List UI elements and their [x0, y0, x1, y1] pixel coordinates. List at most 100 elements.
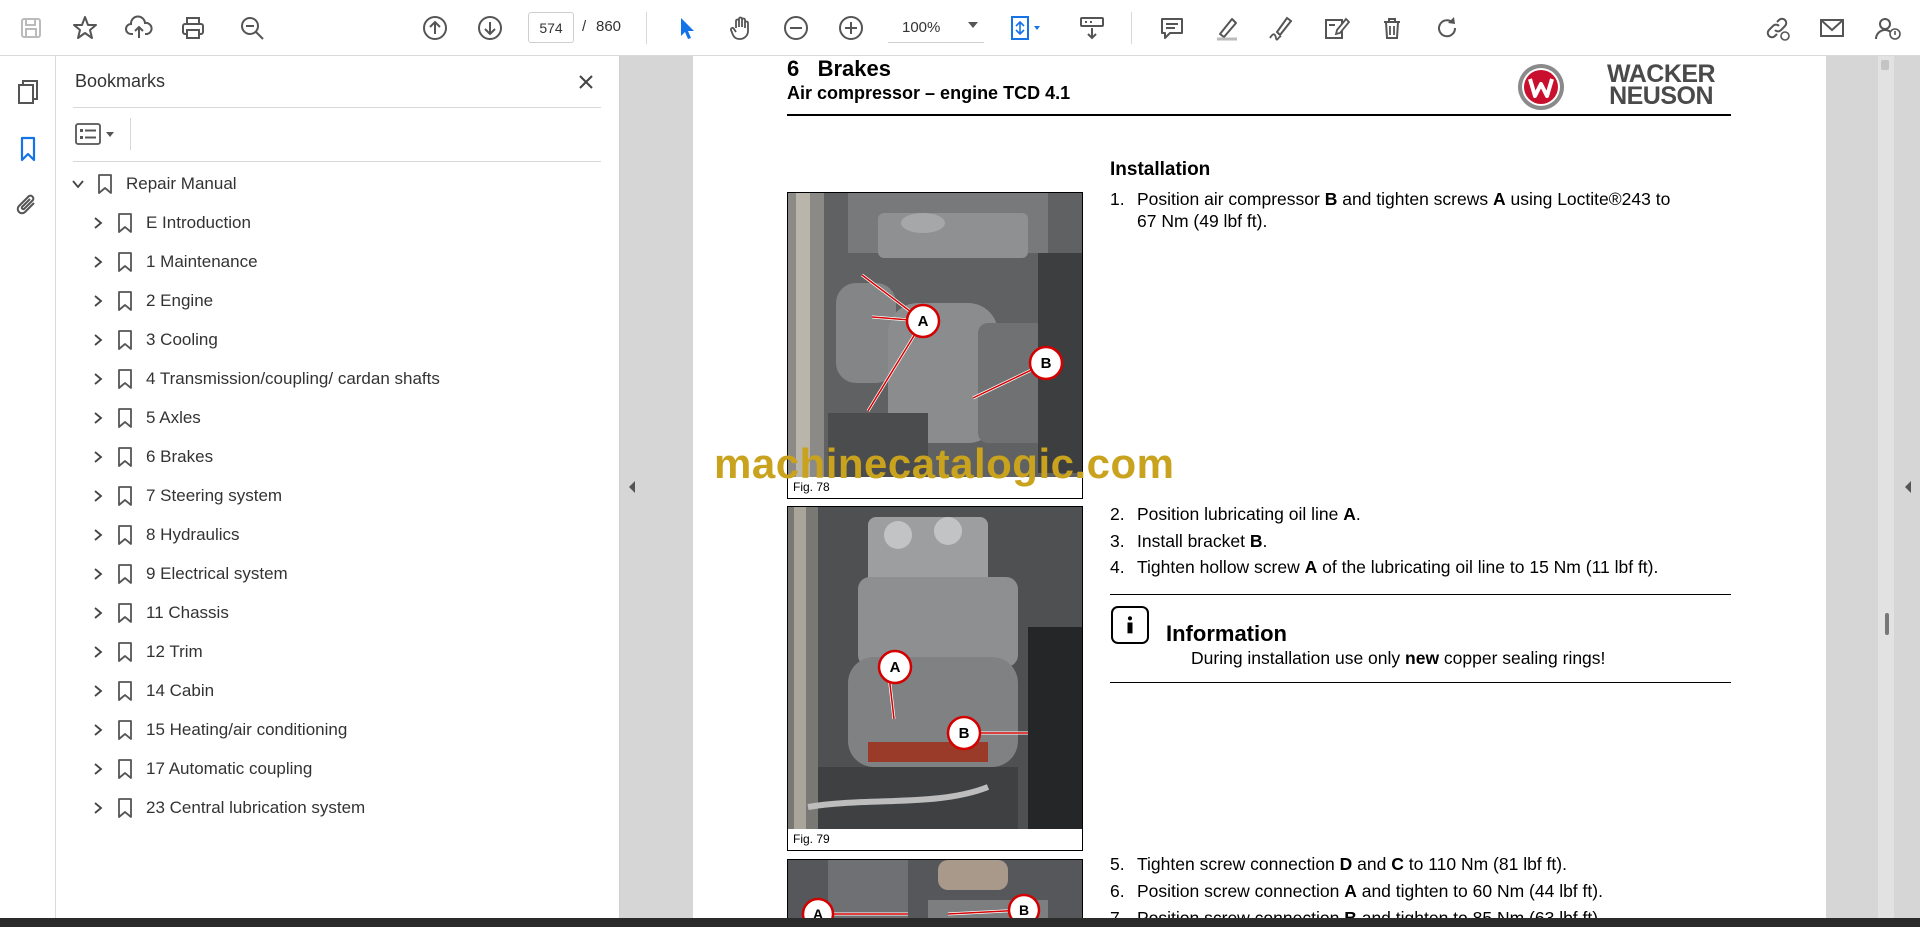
panel-divider [73, 161, 601, 162]
close-icon[interactable] [572, 68, 600, 96]
scroll-grip[interactable] [1885, 613, 1889, 635]
chevron-right-icon[interactable] [88, 291, 108, 311]
callout-label: B [1019, 902, 1029, 918]
draw-signature-icon[interactable] [1262, 9, 1300, 47]
bookmark-item[interactable]: 7 Steering system [88, 480, 282, 512]
comment-icon[interactable] [1153, 9, 1191, 47]
step-text: Position screw connection A and tighten … [1137, 881, 1603, 901]
instruction-step: 7. Position screw connection B and tighte… [1110, 907, 1603, 918]
info-rule [1110, 594, 1731, 595]
scrollbar-thumb[interactable] [1881, 60, 1889, 70]
bookmark-item[interactable]: 11 Chassis [88, 597, 229, 629]
panel-divider [130, 118, 131, 150]
chevron-right-icon[interactable] [88, 642, 108, 662]
chevron-right-icon[interactable] [88, 369, 108, 389]
panel-divider [73, 107, 601, 108]
vertical-scrollbar[interactable] [1878, 56, 1894, 918]
header-rule [787, 114, 1731, 116]
bookmark-icon [114, 484, 136, 508]
print-icon[interactable] [174, 9, 212, 47]
callout-label: B [959, 725, 970, 742]
bookmark-options-button[interactable] [75, 118, 121, 150]
callout-label: A [918, 313, 929, 330]
account-icon[interactable] [1868, 9, 1906, 47]
bookmark-item[interactable]: 15 Heating/air conditioning [88, 714, 347, 746]
chevron-right-icon[interactable] [88, 447, 108, 467]
step-number: 6. [1110, 881, 1125, 901]
brand-line-2: NEUSON [1609, 82, 1714, 110]
figure-caption: Fig. 79 [793, 832, 830, 846]
chevron-right-icon[interactable] [88, 330, 108, 350]
hand-tool-icon[interactable] [722, 9, 760, 47]
next-page-icon[interactable] [471, 9, 509, 47]
bookmark-item[interactable]: 1 Maintenance [88, 246, 258, 278]
attachments-icon[interactable] [9, 186, 47, 224]
star-icon[interactable] [66, 9, 104, 47]
expand-right-pane-icon[interactable] [1898, 472, 1918, 502]
page-subtitle: Air compressor – engine TCD 4.1 [787, 83, 1071, 103]
chevron-right-icon[interactable] [88, 408, 108, 428]
instruction-step: 3. Install bracket B. [1110, 530, 1267, 552]
email-icon[interactable] [1813, 9, 1851, 47]
collapse-panel-icon[interactable] [622, 472, 642, 502]
delete-icon[interactable] [1373, 9, 1411, 47]
zoom-select[interactable]: 100% [888, 12, 984, 43]
step-number: 3. [1110, 531, 1125, 551]
bookmark-label: 23 Central lubrication system [146, 798, 366, 817]
search-zoom-icon[interactable] [233, 9, 271, 47]
figure-photo: A B [788, 507, 1082, 829]
step-number: 4. [1110, 557, 1125, 577]
select-cursor-icon[interactable] [668, 9, 706, 47]
bookmark-item[interactable]: 6 Brakes [88, 441, 213, 473]
bookmark-item[interactable]: 2 Engine [88, 285, 213, 317]
chevron-right-icon[interactable] [88, 213, 108, 233]
info-title: Information [1166, 621, 1287, 646]
bookmark-icon [114, 640, 136, 664]
taskbar-edge [0, 918, 1920, 927]
chevron-right-icon[interactable] [88, 564, 108, 584]
edit-text-icon[interactable] [1317, 9, 1355, 47]
upload-icon[interactable] [120, 9, 158, 47]
bookmark-item[interactable]: 12 Trim [88, 636, 203, 668]
page-thumbnails-icon[interactable] [9, 73, 47, 111]
fit-page-icon[interactable] [1002, 9, 1050, 47]
chevron-down-icon [968, 22, 978, 28]
bookmark-item[interactable]: 3 Cooling [88, 324, 218, 356]
bookmark-label: Repair Manual [126, 174, 237, 193]
bookmark-icon [114, 406, 136, 430]
chevron-right-icon[interactable] [88, 603, 108, 623]
bookmark-item[interactable]: 9 Electrical system [88, 558, 288, 590]
zoom-out-icon[interactable] [777, 9, 815, 47]
bookmark-root[interactable]: Repair Manual [68, 168, 237, 200]
chevron-right-icon[interactable] [88, 798, 108, 818]
chevron-right-icon[interactable] [88, 525, 108, 545]
bookmark-item[interactable]: 5 Axles [88, 402, 201, 434]
save-icon[interactable] [12, 9, 50, 47]
highlight-pen-icon[interactable] [1208, 9, 1246, 47]
bookmark-icon [114, 289, 136, 313]
chevron-right-icon[interactable] [88, 759, 108, 779]
scroll-mode-icon[interactable] [1073, 9, 1111, 47]
bookmark-item[interactable]: 23 Central lubrication system [88, 792, 365, 824]
rotate-icon[interactable] [1428, 9, 1466, 47]
chevron-right-icon[interactable] [88, 681, 108, 701]
bookmarks-icon[interactable] [9, 130, 47, 168]
previous-page-icon[interactable] [416, 9, 454, 47]
chevron-right-icon[interactable] [88, 252, 108, 272]
step-text: Tighten hollow screw A of the lubricatin… [1137, 557, 1659, 577]
bookmark-item[interactable]: 17 Automatic coupling [88, 753, 312, 785]
chevron-down-icon[interactable] [68, 174, 88, 194]
bookmark-icon [114, 445, 136, 469]
bookmark-item[interactable]: 8 Hydraulics [88, 519, 240, 551]
bookmark-item[interactable]: E Introduction [88, 207, 251, 239]
share-link-icon[interactable] [1758, 9, 1796, 47]
bookmark-item[interactable]: 14 Cabin [88, 675, 214, 707]
zoom-in-icon[interactable] [832, 9, 870, 47]
bookmark-label: 8 Hydraulics [146, 525, 240, 544]
chevron-right-icon[interactable] [88, 486, 108, 506]
current-page-input[interactable]: 574 [528, 12, 574, 43]
chevron-right-icon[interactable] [88, 720, 108, 740]
bookmark-item[interactable]: 4 Transmission/coupling/ cardan shafts [88, 363, 440, 395]
info-rule [1110, 682, 1731, 683]
callout-label: A [890, 659, 901, 676]
